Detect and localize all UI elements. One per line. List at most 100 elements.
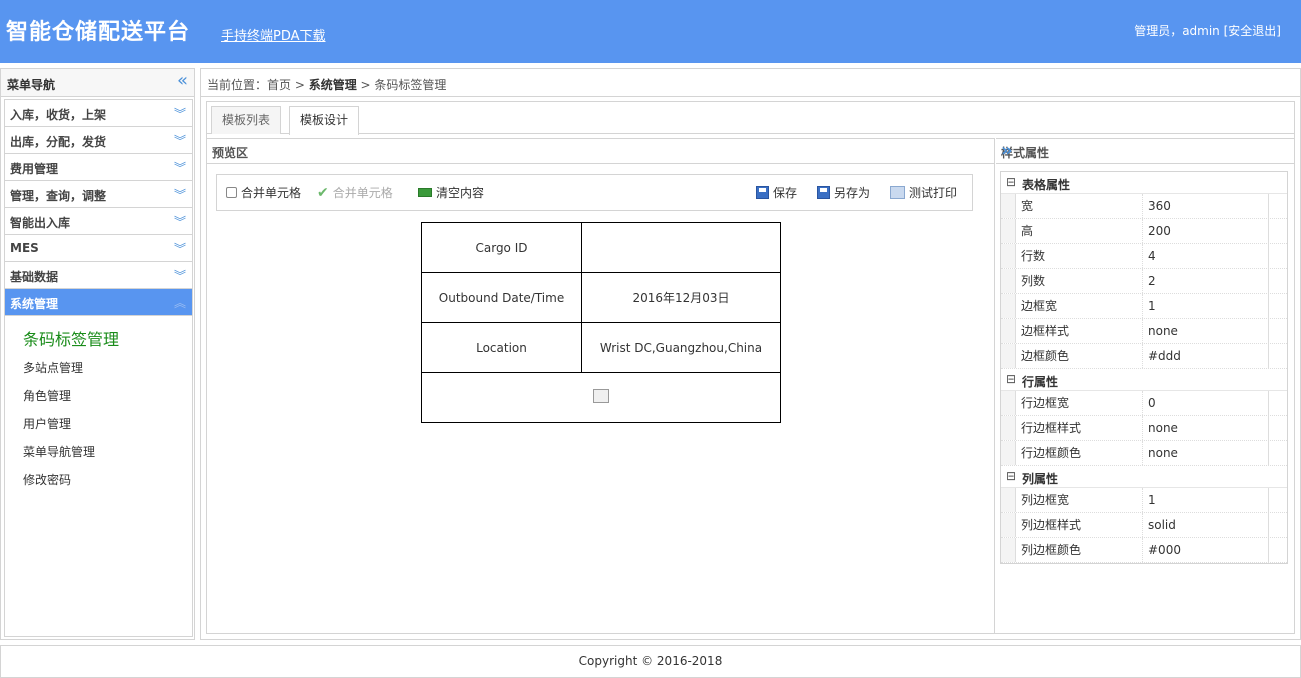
- table-cell[interactable]: Location: [421, 322, 582, 373]
- property-value[interactable]: 0: [1143, 391, 1269, 415]
- save-button[interactable]: 保存: [756, 184, 797, 201]
- submenu-item-users[interactable]: 用户管理: [5, 410, 192, 438]
- property-value[interactable]: 1: [1143, 488, 1269, 512]
- breadcrumb-section: 系统管理: [308, 78, 357, 92]
- app-title: 智能仓储配送平台: [6, 20, 191, 45]
- chevron-down-icon: ︾: [173, 134, 186, 148]
- menu-item-label: 智能出入库: [10, 216, 71, 230]
- submenu-item-barcode[interactable]: 条码标签管理: [5, 326, 192, 354]
- property-group-column[interactable]: ⊟ 列属性: [1001, 466, 1287, 488]
- property-row[interactable]: 边框宽 1: [1001, 294, 1287, 319]
- property-value[interactable]: #000: [1143, 538, 1269, 562]
- property-value[interactable]: solid: [1143, 513, 1269, 537]
- property-row[interactable]: 高 200: [1001, 219, 1287, 244]
- property-value[interactable]: #ddd: [1143, 344, 1269, 368]
- property-value[interactable]: 360: [1143, 194, 1269, 218]
- menu-item-basic-data[interactable]: 基础数据 ︾: [5, 262, 192, 289]
- menu-item-fees[interactable]: 费用管理 ︾: [5, 154, 192, 181]
- breadcrumb-separator: >: [356, 78, 375, 92]
- clear-icon: [418, 188, 432, 197]
- breadcrumb-text: 当前位置：首页 > 系统管理 > 条码标签管理: [207, 76, 446, 93]
- submenu-item-multisite[interactable]: 多站点管理: [5, 354, 192, 382]
- table-row: Location Wrist DC,Guangzhou,China: [421, 322, 781, 373]
- collapse-minus-icon[interactable]: ⊟: [1006, 469, 1016, 483]
- checkbox-icon[interactable]: [226, 187, 237, 198]
- collapse-right-icon[interactable]: »: [1001, 142, 1286, 160]
- merge-cells-checkbox[interactable]: 合并单元格: [226, 184, 301, 201]
- property-row[interactable]: 边框样式 none: [1001, 319, 1287, 344]
- menu-item-inbound[interactable]: 入库，收货，上架 ︾: [5, 100, 192, 127]
- table-row: Cargo ID: [421, 222, 781, 273]
- property-row[interactable]: 列数 2: [1001, 269, 1287, 294]
- property-key: 列边框宽: [1016, 488, 1143, 512]
- chevron-up-icon: ︽: [173, 296, 186, 310]
- logout-link[interactable]: [安全退出]: [1224, 24, 1281, 38]
- merge-button-label: 合并单元格: [332, 186, 393, 200]
- save-as-button[interactable]: 另存为: [817, 184, 870, 201]
- property-value[interactable]: none: [1143, 441, 1269, 465]
- submenu-item-roles[interactable]: 角色管理: [5, 382, 192, 410]
- property-grid: ⊟ 表格属性 宽 360 高 200 行数 4 列数 2 边框宽 1 边框样式 none 边…: [1000, 171, 1288, 564]
- table-cell[interactable]: Outbound Date/Time: [421, 272, 582, 323]
- content-area: 模板列表 模板设计 预览区 合并单元格 ✔ 合并单元格 清空内容 保存 另存为 …: [206, 101, 1295, 634]
- main-panel: 当前位置：首页 > 系统管理 > 条码标签管理 模板列表 模板设计 预览区 合并…: [200, 68, 1301, 640]
- property-key: 边框宽: [1016, 294, 1143, 318]
- property-row[interactable]: 边框颜色 #ddd: [1001, 344, 1287, 369]
- tab-template-design[interactable]: 模板设计: [289, 106, 360, 135]
- submenu-item-password[interactable]: 修改密码: [5, 466, 192, 494]
- tab-template-list[interactable]: 模板列表: [211, 106, 282, 134]
- property-value[interactable]: 2: [1143, 269, 1269, 293]
- copyright-text: Copyright © 2016-2018: [578, 654, 723, 668]
- sidebar-menu: 入库，收货，上架 ︾ 出库，分配，发货 ︾ 费用管理 ︾ 管理，查询，调整 ︾ …: [4, 99, 193, 637]
- property-group-row[interactable]: ⊟ 行属性: [1001, 369, 1287, 391]
- collapse-minus-icon[interactable]: ⊟: [1006, 175, 1016, 189]
- table-row: Outbound Date/Time 2016年12月03日: [421, 272, 781, 323]
- property-row[interactable]: 行边框样式 none: [1001, 416, 1287, 441]
- collapse-left-icon[interactable]: «: [177, 72, 188, 90]
- print-icon: [890, 186, 905, 199]
- menu-item-smart-io[interactable]: 智能出入库 ︾: [5, 208, 192, 235]
- pda-download-link[interactable]: 手持终端PDA下载: [221, 25, 326, 44]
- table-cell[interactable]: [581, 222, 781, 273]
- breadcrumb-home[interactable]: 首页: [267, 78, 291, 92]
- submenu-item-menu-nav[interactable]: 菜单导航管理: [5, 438, 192, 466]
- property-row[interactable]: 宽 360: [1001, 194, 1287, 219]
- property-row[interactable]: 列边框样式 solid: [1001, 513, 1287, 538]
- test-print-button[interactable]: 测试打印: [890, 184, 957, 201]
- menu-item-system[interactable]: 系统管理 ︽: [5, 289, 192, 316]
- property-value[interactable]: none: [1143, 416, 1269, 440]
- property-group-table[interactable]: ⊟ 表格属性: [1001, 172, 1287, 194]
- menu-item-manage[interactable]: 管理，查询，调整 ︾: [5, 181, 192, 208]
- preview-panel: 预览区 合并单元格 ✔ 合并单元格 清空内容 保存 另存为 测试打印 Cargo…: [207, 138, 995, 634]
- chevron-down-icon: ︾: [173, 269, 186, 283]
- property-value[interactable]: none: [1143, 319, 1269, 343]
- breadcrumb-page: 条码标签管理: [374, 78, 447, 92]
- property-value[interactable]: 4: [1143, 244, 1269, 268]
- property-row[interactable]: 列边框宽 1: [1001, 488, 1287, 513]
- property-value[interactable]: 1: [1143, 294, 1269, 318]
- property-row[interactable]: 行边框颜色 none: [1001, 441, 1287, 466]
- save-as-button-label: 另存为: [834, 186, 871, 200]
- table-cell[interactable]: Wrist DC,Guangzhou,China: [581, 322, 781, 373]
- property-key: 高: [1016, 219, 1143, 243]
- chevron-down-icon: ︾: [173, 188, 186, 202]
- breadcrumb: 当前位置：首页 > 系统管理 > 条码标签管理: [201, 69, 1300, 97]
- table-cell[interactable]: 2016年12月03日: [581, 272, 781, 323]
- menu-item-label: 基础数据: [10, 270, 59, 284]
- barcode-cell[interactable]: [421, 372, 781, 423]
- menu-item-mes[interactable]: MES ︾: [5, 235, 192, 262]
- user-name: 管理员，admin: [1134, 24, 1220, 38]
- merge-cells-button[interactable]: ✔ 合并单元格: [317, 184, 393, 201]
- sidebar-title: 菜单导航: [7, 78, 56, 92]
- menu-item-label: 系统管理: [10, 297, 59, 311]
- save-as-icon: [817, 186, 830, 199]
- property-row[interactable]: 列边框颜色 #000: [1001, 538, 1287, 563]
- menu-item-outbound[interactable]: 出库，分配，发货 ︾: [5, 127, 192, 154]
- table-cell[interactable]: Cargo ID: [421, 222, 582, 273]
- clear-content-button[interactable]: 清空内容: [418, 184, 484, 201]
- property-row[interactable]: 行数 4: [1001, 244, 1287, 269]
- property-row[interactable]: 行边框宽 0: [1001, 391, 1287, 416]
- property-value[interactable]: 200: [1143, 219, 1269, 243]
- style-properties-panel: 样式属性 » ⊟ 表格属性 宽 360 高 200 行数 4 列数 2 边框宽 1 边框样…: [996, 138, 1294, 634]
- collapse-minus-icon[interactable]: ⊟: [1006, 372, 1016, 386]
